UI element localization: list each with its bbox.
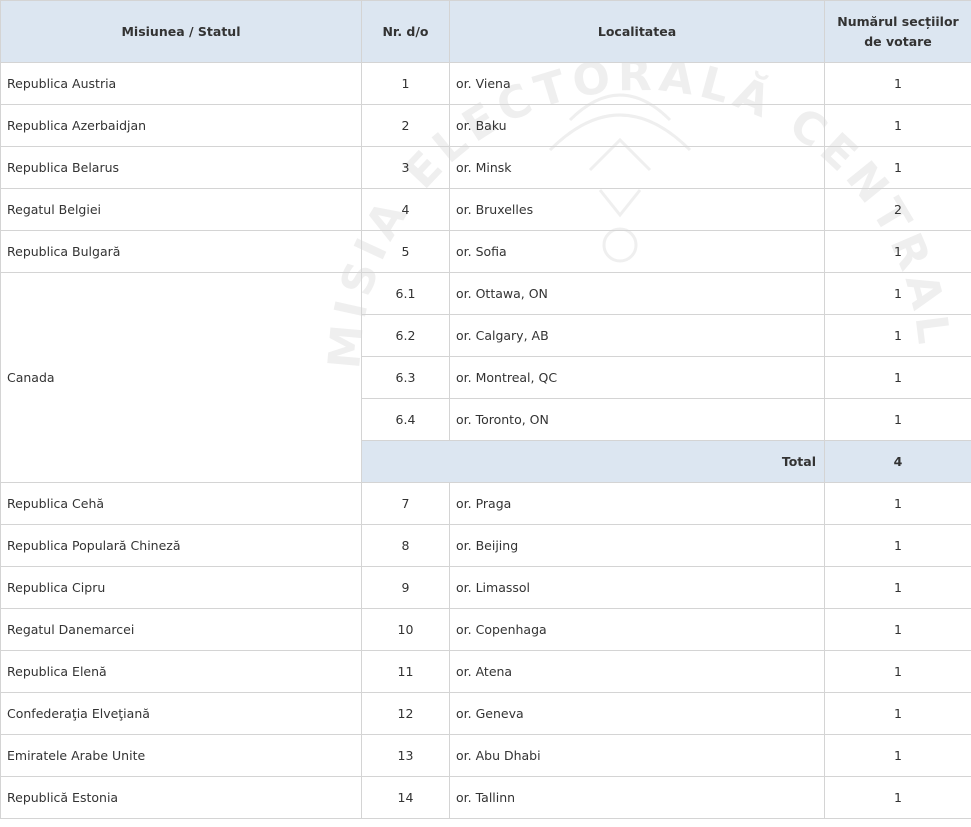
cell-state: Republica Populară Chineză bbox=[0, 524, 362, 567]
cell-count: 1 bbox=[824, 650, 971, 693]
cell-number: 13 bbox=[361, 734, 450, 777]
table-row: Republica Populară Chineză 8 or. Beijing… bbox=[0, 524, 971, 567]
table-row: Republică Estonia 14 or. Tallinn 1 bbox=[0, 776, 971, 819]
cell-number: 10 bbox=[361, 608, 450, 651]
header-locality: Localitatea bbox=[449, 0, 825, 63]
cell-state-canada: Canada bbox=[0, 272, 362, 483]
cell-number: 8 bbox=[361, 524, 450, 567]
cell-locality: or. Minsk bbox=[449, 146, 825, 189]
cell-state: Republica Cipru bbox=[0, 566, 362, 609]
cell-number: 12 bbox=[361, 692, 450, 735]
cell-number: 6.4 bbox=[361, 398, 450, 441]
cell-state: Republică Estonia bbox=[0, 776, 362, 819]
cell-locality: or. Ottawa, ON bbox=[449, 272, 825, 315]
cell-count: 1 bbox=[824, 62, 971, 105]
cell-number: 4 bbox=[361, 188, 450, 231]
cell-state: Republica Elenă bbox=[0, 650, 362, 693]
table-row: Regatul Danemarcei 10 or. Copenhaga 1 bbox=[0, 608, 971, 651]
cell-state: Republica Austria bbox=[0, 62, 362, 105]
cell-state: Republica Azerbaidjan bbox=[0, 104, 362, 147]
cell-number: 6.1 bbox=[361, 272, 450, 315]
cell-locality: or. Baku bbox=[449, 104, 825, 147]
polling-stations-table: Misiunea / Statul Nr. d/o Localitatea Nu… bbox=[0, 0, 971, 819]
cell-count: 1 bbox=[824, 692, 971, 735]
cell-locality: or. Montreal, QC bbox=[449, 356, 825, 399]
cell-number: 11 bbox=[361, 650, 450, 693]
cell-locality: or. Calgary, AB bbox=[449, 314, 825, 357]
cell-count: 1 bbox=[824, 398, 971, 441]
cell-count: 1 bbox=[824, 776, 971, 819]
cell-count: 1 bbox=[824, 230, 971, 273]
cell-locality: or. Sofia bbox=[449, 230, 825, 273]
cell-count: 2 bbox=[824, 188, 971, 231]
header-mission-state: Misiunea / Statul bbox=[0, 0, 362, 63]
table-row: Republica Belarus 3 or. Minsk 1 bbox=[0, 146, 971, 189]
cell-number: 6.2 bbox=[361, 314, 450, 357]
cell-number: 3 bbox=[361, 146, 450, 189]
cell-state: Republica Bulgară bbox=[0, 230, 362, 273]
cell-locality: or. Abu Dhabi bbox=[449, 734, 825, 777]
cell-count: 1 bbox=[824, 734, 971, 777]
cell-count: 1 bbox=[824, 146, 971, 189]
cell-locality: or. Toronto, ON bbox=[449, 398, 825, 441]
header-number: Nr. d/o bbox=[361, 0, 450, 63]
table-row: Confederaţia Elveţiană 12 or. Geneva 1 bbox=[0, 692, 971, 735]
cell-state: Republica Cehă bbox=[0, 482, 362, 525]
cell-state: Confederaţia Elveţiană bbox=[0, 692, 362, 735]
cell-count: 1 bbox=[824, 482, 971, 525]
cell-number: 2 bbox=[361, 104, 450, 147]
cell-state: Regatul Belgiei bbox=[0, 188, 362, 231]
table-row-canada: Canada 6.1 or. Ottawa, ON 1 bbox=[0, 272, 971, 483]
table-row: Regatul Belgiei 4 or. Bruxelles 2 bbox=[0, 188, 971, 231]
header-station-count: Numărul secțiilor de votare bbox=[824, 0, 971, 63]
table-row: Republica Elenă 11 or. Atena 1 bbox=[0, 650, 971, 693]
table-row: Republica Cipru 9 or. Limassol 1 bbox=[0, 566, 971, 609]
cell-state: Regatul Danemarcei bbox=[0, 608, 362, 651]
cell-number: 5 bbox=[361, 230, 450, 273]
cell-locality: or. Praga bbox=[449, 482, 825, 525]
table-header-row: Misiunea / Statul Nr. d/o Localitatea Nu… bbox=[0, 0, 971, 63]
cell-locality: or. Atena bbox=[449, 650, 825, 693]
cell-state: Emiratele Arabe Unite bbox=[0, 734, 362, 777]
table-row: Republica Austria 1 or. Viena 1 bbox=[0, 62, 971, 105]
total-value: 4 bbox=[824, 440, 971, 483]
cell-number: 9 bbox=[361, 566, 450, 609]
cell-number: 6.3 bbox=[361, 356, 450, 399]
cell-number: 7 bbox=[361, 482, 450, 525]
cell-count: 1 bbox=[824, 608, 971, 651]
cell-locality: or. Copenhaga bbox=[449, 608, 825, 651]
total-label: Total bbox=[361, 440, 825, 483]
table-row: Emiratele Arabe Unite 13 or. Abu Dhabi 1 bbox=[0, 734, 971, 777]
cell-count: 1 bbox=[824, 356, 971, 399]
table-row: Republica Azerbaidjan 2 or. Baku 1 bbox=[0, 104, 971, 147]
cell-count: 1 bbox=[824, 314, 971, 357]
table-row: Republica Cehă 7 or. Praga 1 bbox=[0, 482, 971, 525]
cell-number: 14 bbox=[361, 776, 450, 819]
cell-locality: or. Viena bbox=[449, 62, 825, 105]
cell-number: 1 bbox=[361, 62, 450, 105]
cell-count: 1 bbox=[824, 104, 971, 147]
cell-locality: or. Limassol bbox=[449, 566, 825, 609]
cell-locality: or. Geneva bbox=[449, 692, 825, 735]
table-row: Republica Bulgară 5 or. Sofia 1 bbox=[0, 230, 971, 273]
cell-state: Republica Belarus bbox=[0, 146, 362, 189]
cell-count: 1 bbox=[824, 272, 971, 315]
cell-locality: or. Beijing bbox=[449, 524, 825, 567]
cell-count: 1 bbox=[824, 566, 971, 609]
cell-count: 1 bbox=[824, 524, 971, 567]
cell-locality: or. Tallinn bbox=[449, 776, 825, 819]
cell-locality: or. Bruxelles bbox=[449, 188, 825, 231]
